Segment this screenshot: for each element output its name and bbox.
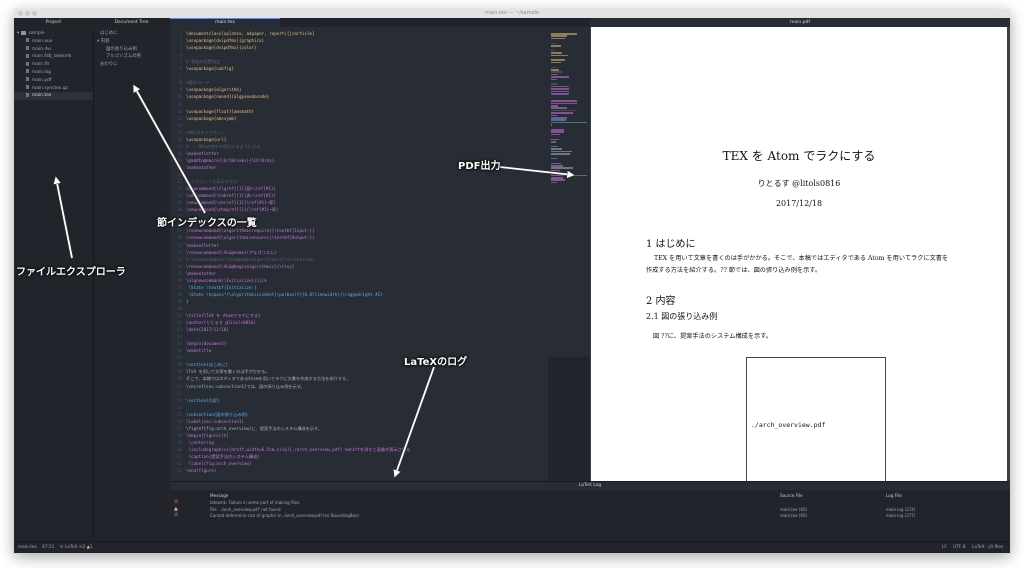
callout-section-index: 節インデックスの一覧 — [157, 218, 257, 229]
callout-latex-log: LaTeXのログ — [404, 357, 468, 368]
callout-pdf-output: PDF出力 — [458, 161, 501, 172]
arrow-pdf-output — [499, 166, 573, 175]
arrow-section-index — [134, 86, 206, 214]
callout-file-explorer: ファイルエクスプローラ — [16, 267, 126, 278]
arrow-file-explorer — [56, 178, 73, 259]
annotation-arrows — [0, 0, 1024, 568]
arrow-latex-log — [395, 366, 435, 476]
